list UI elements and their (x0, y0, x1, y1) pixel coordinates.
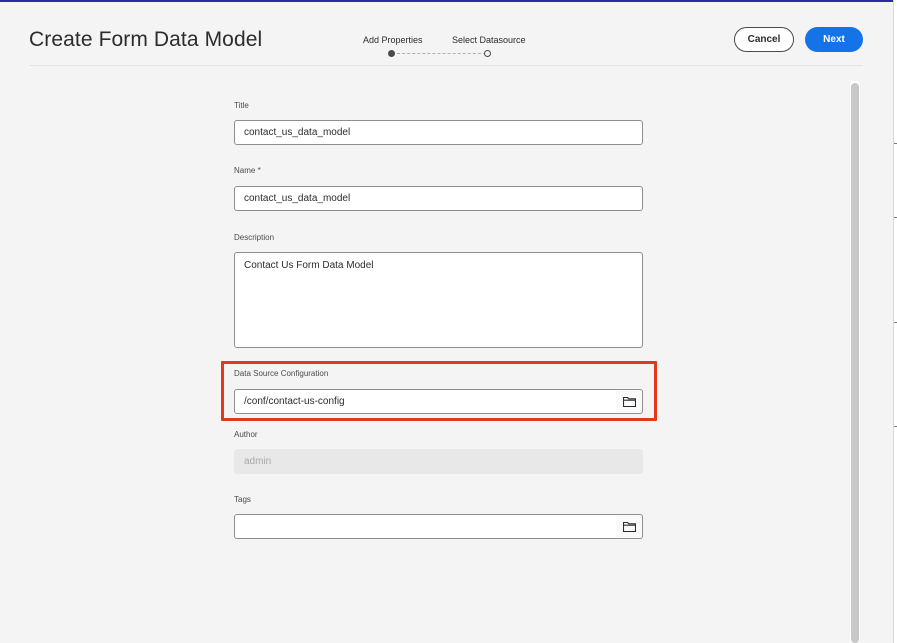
title-label: Title (234, 101, 249, 110)
highlight-box (221, 361, 657, 421)
next-button[interactable]: Next (805, 27, 863, 52)
top-accent-line (0, 0, 897, 2)
name-label: Name * (234, 166, 261, 175)
cancel-button[interactable]: Cancel (734, 27, 794, 52)
wizard-connector (392, 53, 486, 54)
wizard-step-select-datasource[interactable]: Select Datasource (452, 35, 526, 45)
wizard-step-add-properties[interactable]: Add Properties (363, 35, 423, 45)
scrollbar-thumb[interactable] (851, 83, 859, 643)
tags-input[interactable] (234, 514, 617, 539)
wizard-steps: Add Properties Select Datasource (355, 35, 535, 65)
title-input[interactable]: contact_us_data_model (234, 120, 643, 145)
tags-label: Tags (234, 495, 251, 504)
tags-browse-button[interactable] (616, 514, 643, 539)
description-label: Description (234, 233, 275, 242)
author-input: admin (234, 449, 643, 474)
wizard-dot-pending (484, 50, 491, 57)
header-divider (29, 65, 863, 66)
page-title: Create Form Data Model (29, 28, 263, 51)
wizard-dot-current (388, 50, 395, 57)
description-textarea[interactable]: Contact Us Form Data Model (234, 252, 643, 348)
author-label: Author (234, 430, 258, 439)
folder-icon (622, 521, 636, 532)
name-input[interactable]: contact_us_data_model (234, 186, 643, 211)
